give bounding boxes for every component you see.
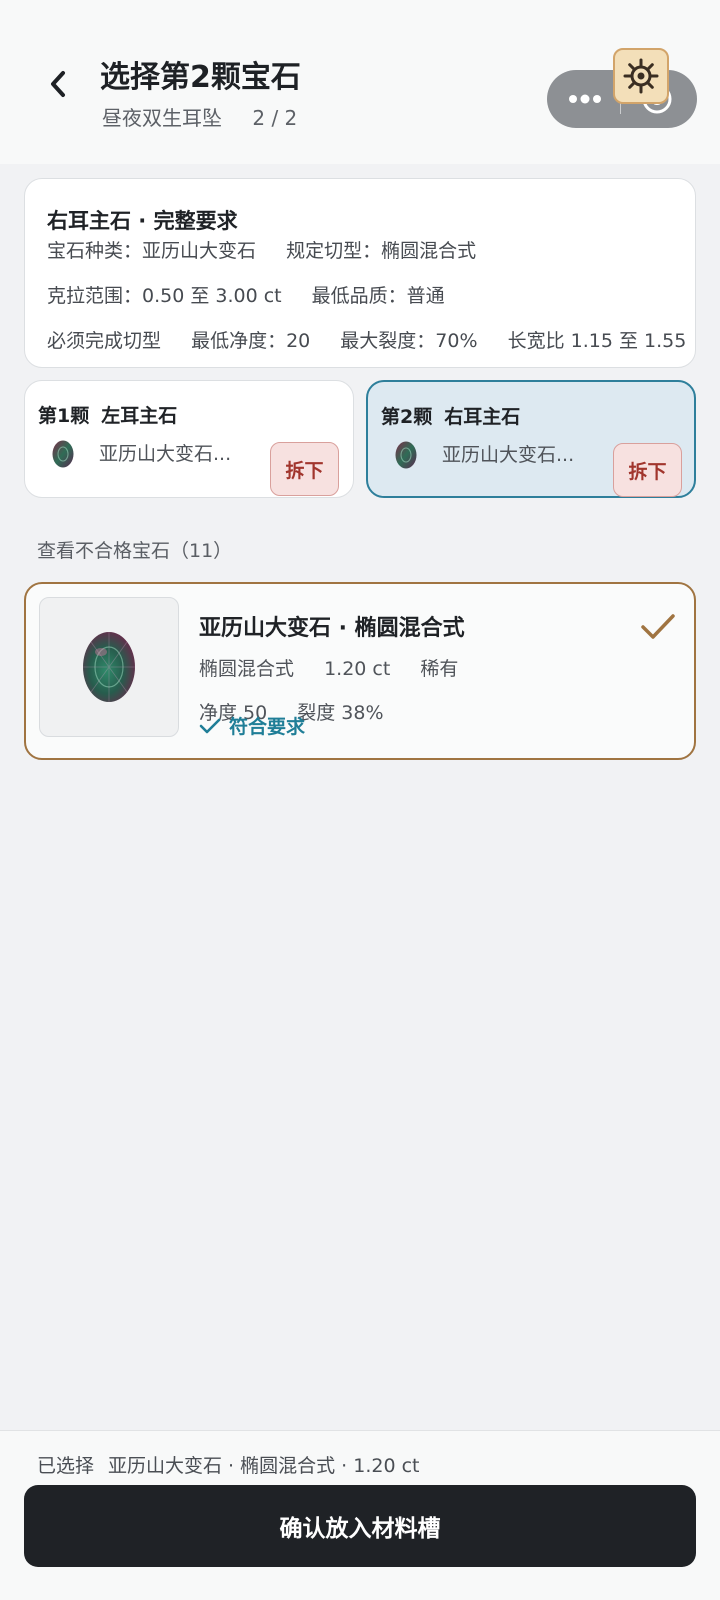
header: 选择第2颗宝石 昼夜双生耳坠 2 / 2 <box>0 0 720 164</box>
requirements-title: 右耳主石 · 完整要求 <box>47 209 238 233</box>
confirm-button[interactable]: 确认放入材料槽 <box>24 1485 696 1567</box>
req-gem-type: 宝石种类：亚历山大变石 <box>47 240 257 262</box>
requirements-row-3: 必须完成切型 最低净度：20 最大裂度：70% 长宽比 1.15 至 1.55 <box>47 326 686 353</box>
page-title: 选择第2颗宝石 <box>100 60 301 95</box>
req-carat-range: 克拉范围：0.50 至 3.00 ct <box>47 285 282 307</box>
bottom-action-bar: 已选择 亚历山大变石 · 椭圆混合式 · 1.20 ct 确认放入材料槽 <box>0 1430 720 1600</box>
alexandrite-gem-icon <box>83 632 135 702</box>
slot-gem-name: 亚历山大变石... <box>442 444 575 466</box>
gem-select-screen: 选择第2颗宝石 昼夜双生耳坠 2 / 2 右耳主石 · 完整要求 宝石种类：亚历… <box>0 0 720 1600</box>
requirements-row-1: 宝石种类：亚历山大变石 规定切型：椭圆混合式 <box>47 236 476 263</box>
gem-option-card[interactable]: 亚历山大变石 · 椭圆混合式 椭圆混合式 1.20 ct 稀有 净度 50 裂度… <box>24 582 696 760</box>
selected-label: 已选择 <box>37 1455 95 1477</box>
gem-cut: 椭圆混合式 <box>199 658 295 680</box>
req-must-cut: 必须完成切型 <box>47 330 162 352</box>
gem-crack: 裂度 38% <box>297 702 384 724</box>
slot-title: 第2颗 右耳主石 <box>381 402 520 429</box>
slot-title: 第1颗 左耳主石 <box>38 401 177 428</box>
slot-name: 左耳主石 <box>101 405 178 427</box>
settings-button[interactable] <box>613 48 669 104</box>
gem-rarity: 稀有 <box>420 658 459 680</box>
check-small-icon <box>199 718 221 733</box>
gem-option-name: 亚历山大变石 · 椭圆混合式 <box>199 616 465 641</box>
slot-gem-name: 亚历山大变石... <box>99 443 232 465</box>
gem-thumbnail-icon <box>395 441 417 469</box>
req-min-quality: 最低品质：普通 <box>311 285 445 307</box>
req-cut: 规定切型：椭圆混合式 <box>286 240 477 262</box>
gem-option-specs: 椭圆混合式 1.20 ct 稀有 <box>199 654 458 681</box>
requirement-met-label: 符合要求 <box>229 716 306 738</box>
req-max-crack: 最大裂度：70% <box>340 330 478 352</box>
requirements-card: 右耳主石 · 完整要求 宝石种类：亚历山大变石 规定切型：椭圆混合式 克拉范围：… <box>24 178 696 368</box>
progress-count: 2 / 2 <box>252 106 298 130</box>
more-dots-icon[interactable] <box>565 87 605 111</box>
req-min-clarity: 最低净度：20 <box>191 330 311 352</box>
selected-value: 亚历山大变石 · 椭圆混合式 · 1.20 ct <box>108 1455 420 1477</box>
chevron-left-icon <box>51 71 65 97</box>
page-subtitle: 昼夜双生耳坠 2 / 2 <box>102 102 297 131</box>
slot-index: 第2颗 <box>381 406 433 428</box>
slot-card-right-ear[interactable]: 第2颗 右耳主石 亚历山大变石... 拆下 <box>366 380 696 498</box>
slot-card-left-ear[interactable]: 第1颗 左耳主石 亚历山大变石... 拆下 <box>24 380 354 498</box>
detach-button[interactable]: 拆下 <box>270 442 339 496</box>
slot-name: 右耳主石 <box>444 406 521 428</box>
item-name: 昼夜双生耳坠 <box>102 106 222 130</box>
gem-carat: 1.20 ct <box>324 658 391 680</box>
detach-button[interactable]: 拆下 <box>613 443 682 497</box>
view-unqualified-gems-link[interactable]: 查看不合格宝石（11） <box>37 536 232 563</box>
gear-icon <box>623 58 659 94</box>
gem-thumbnail-icon <box>52 440 74 468</box>
selected-summary: 已选择 亚历山大变石 · 椭圆混合式 · 1.20 ct <box>37 1451 420 1478</box>
gem-image <box>39 597 179 737</box>
req-ratio: 长宽比 1.15 至 1.55 <box>507 330 687 352</box>
selected-check-icon <box>641 614 675 639</box>
slot-index: 第1颗 <box>38 405 90 427</box>
requirements-row-2: 克拉范围：0.50 至 3.00 ct 最低品质：普通 <box>47 281 445 308</box>
back-button[interactable] <box>38 62 78 106</box>
requirement-met-status: 符合要求 <box>199 712 305 739</box>
